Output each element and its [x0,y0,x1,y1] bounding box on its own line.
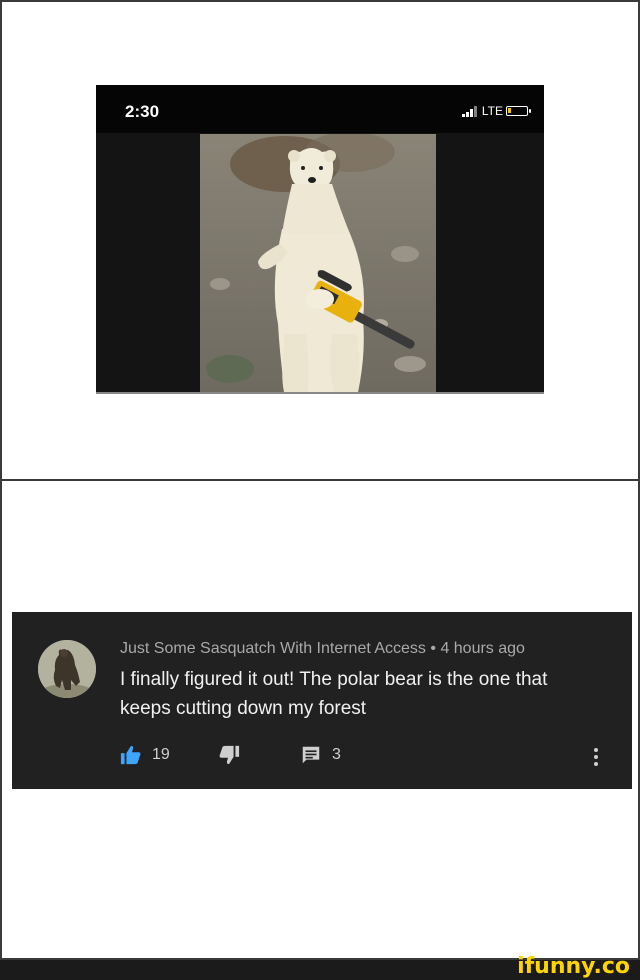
avatar[interactable] [38,640,96,698]
signal-icon [461,105,477,117]
divider [96,392,544,394]
reply-count: 3 [332,746,341,763]
author-name[interactable]: Just Some Sasquatch With Internet Access [120,640,426,657]
comment-meta: Just Some Sasquatch With Internet Access… [120,640,525,658]
like-count: 19 [152,746,170,763]
comment-timestamp: 4 hours ago [440,640,525,657]
polar-bear-photo [200,134,436,394]
dislike-button[interactable] [218,744,240,766]
more-options-icon[interactable] [594,748,598,766]
ifunny-watermark: ifunny.co [517,954,630,979]
phone-screenshot: 2:30 LTE [96,85,544,394]
comment-text: I finally figured it out! The polar bear… [120,669,548,719]
comment-actions: 19 3 [120,744,620,770]
reply-button[interactable]: 3 [300,744,341,766]
status-bar: 2:30 LTE [96,85,544,133]
meta-separator: • [430,640,436,657]
thumbs-down-icon [219,745,240,765]
like-button[interactable]: 19 [120,744,170,766]
status-indicators: LTE [461,104,531,118]
battery-icon [506,106,531,116]
reply-icon [302,746,320,764]
comment-card: Just Some Sasquatch With Internet Access… [12,612,632,789]
sasquatch-avatar-image [38,640,96,698]
polar-bear-image [200,134,436,394]
network-label: LTE [481,104,503,118]
thumbs-up-icon [120,745,141,765]
status-time: 2:30 [125,102,160,121]
